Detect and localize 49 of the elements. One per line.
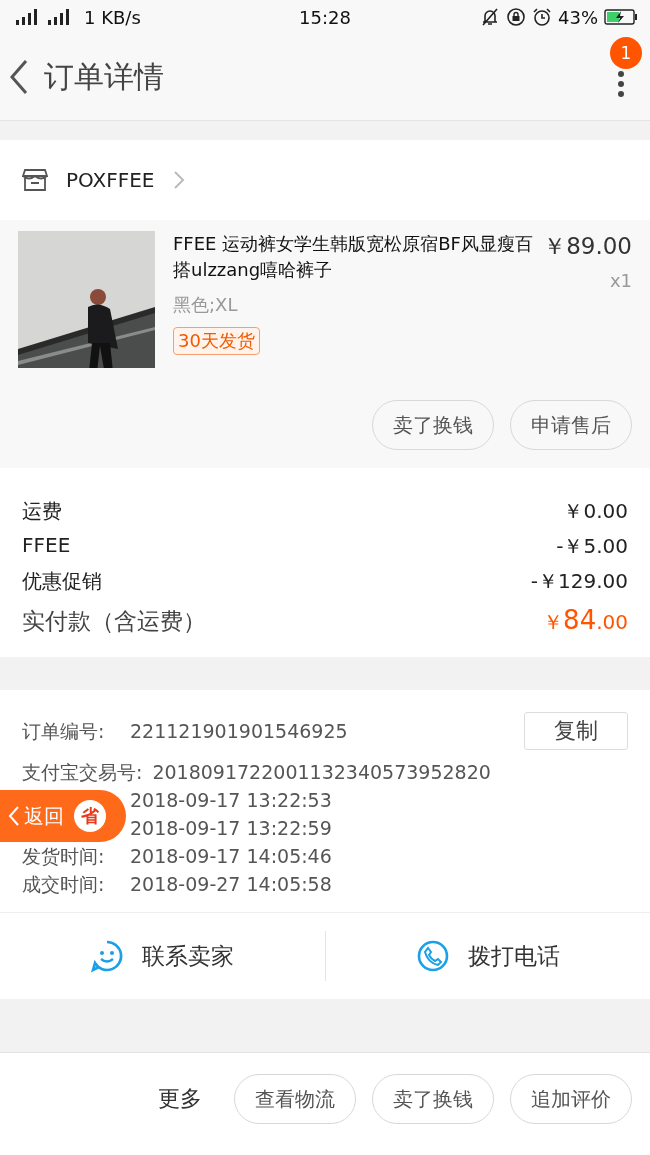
total-amount: ￥84.00 [543,605,628,636]
back-icon[interactable] [8,59,30,95]
shop-name[interactable]: POXFFEE [66,168,155,192]
charge-value: -￥5.00 [556,533,628,560]
charge-value: ￥0.00 [563,498,628,525]
shipping-tag: 30天发货 [173,327,260,355]
call-button[interactable]: 拨打电话 [325,913,650,999]
more-icon[interactable] [616,69,626,99]
order-action-button[interactable]: 查看物流 [234,1074,356,1124]
info-label: 发货时间: [22,844,106,869]
action-button[interactable]: 申请售后 [510,400,632,450]
copy-button[interactable]: 复制 [524,712,628,750]
product-price: ￥89.00 [543,232,632,261]
battery-percent: 43% [558,6,598,28]
total-label: 实付款（含运费） [22,607,206,636]
network-speed: 1 KB/s [84,6,141,28]
charge-value: -￥129.00 [530,568,628,595]
clock-time: 15:28 [299,6,351,28]
charge-label: 优惠促销 [22,568,102,595]
smiley-chat-icon [90,939,125,973]
phone-icon [415,939,450,973]
info-value: 2018-09-17 13:22:59 [130,816,333,841]
charge-label: FFEE [22,533,71,559]
bell-muted-icon [480,7,500,27]
info-value: 221121901901546925 [130,719,349,744]
store-icon [22,168,48,192]
product-title[interactable]: FFEE 运动裤女学生韩版宽松原宿BF风显瘦百搭ulzzang嘻哈裤子 [173,231,536,291]
product-variant: 黑色;XL [173,293,238,317]
more-link[interactable]: 更多 [158,1084,202,1114]
info-label: 订单编号: [22,719,106,744]
action-button[interactable]: 卖了换钱 [372,400,494,450]
chevron-left-icon [8,805,20,827]
rotation-lock-icon [506,7,526,27]
page-title: 订单详情 [44,57,165,96]
info-label: 支付宝交易号: [22,760,143,785]
alarm-icon [532,7,552,27]
quantity: x1 [609,270,632,291]
order-action-button[interactable]: 卖了换钱 [372,1074,494,1124]
floating-back-button[interactable]: 返回 省 [0,790,126,842]
charge-label: 运费 [22,498,62,525]
info-label: 成交时间: [22,872,106,897]
info-value: 2018-09-17 14:05:46 [130,844,333,869]
info-value: 2018-09-17 13:22:53 [130,788,333,813]
info-value: 2018091722001132340573952820 [152,760,492,785]
battery-icon [604,8,638,26]
order-action-button[interactable]: 追加评价 [510,1074,632,1124]
info-value: 2018-09-27 14:05:58 [130,872,333,897]
notification-badge: 1 [610,37,642,69]
contact-seller-button[interactable]: 联系卖家 [0,913,325,999]
